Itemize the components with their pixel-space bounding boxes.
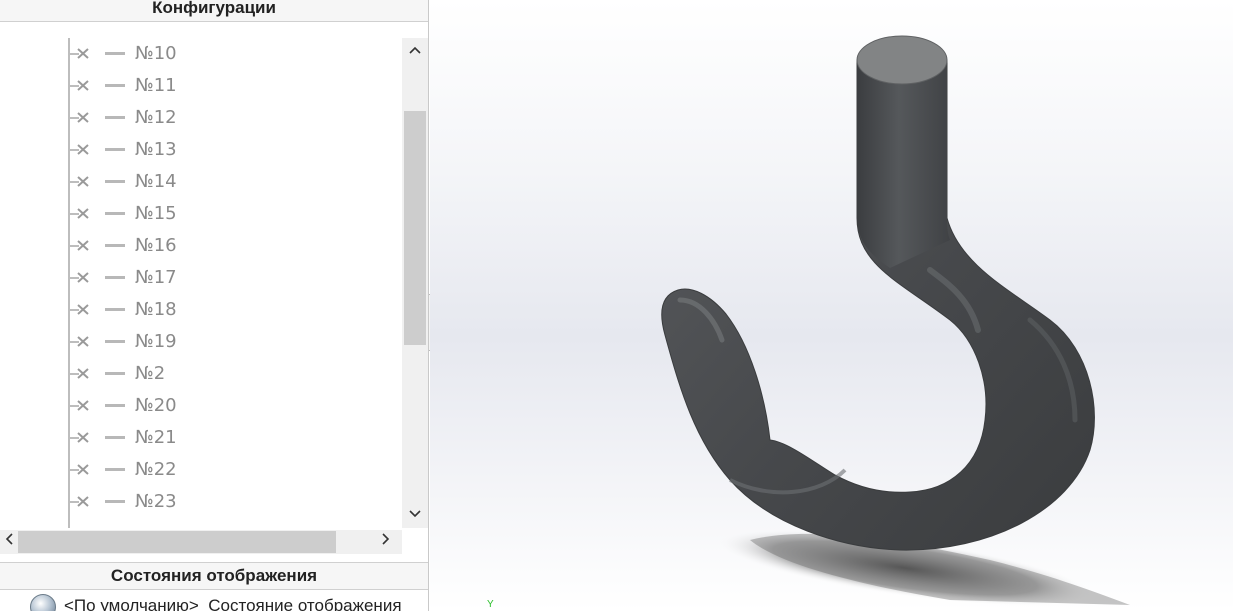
configuration-item[interactable]: №18 (0, 294, 400, 326)
hook-shank (857, 60, 950, 268)
configuration-item[interactable]: №14 (0, 166, 400, 198)
suppressed-config-icon (68, 390, 89, 422)
hook-shank-top-face (856, 35, 948, 85)
config-item-dash (105, 404, 125, 407)
configuration-item[interactable]: №13 (0, 134, 400, 166)
config-item-dash (105, 244, 125, 247)
configuration-tree[interactable]: №10 №11 №12 №13 №14 №15 №16 №17 №18 №19 №2 №20 №21 №2… (0, 38, 402, 528)
configuration-item[interactable]: №12 (0, 102, 400, 134)
config-item-label: №19 (135, 331, 177, 352)
config-item-dash (105, 436, 125, 439)
config-item-label: №14 (135, 171, 177, 192)
configuration-item[interactable]: №21 (0, 422, 400, 454)
config-item-dash (105, 116, 125, 119)
tree-branch-icon (68, 518, 70, 528)
config-item-label: №10 (135, 43, 177, 64)
scroll-down-button[interactable] (402, 502, 428, 528)
configuration-item[interactable]: №10 (0, 38, 400, 70)
chevron-left-icon (5, 533, 13, 545)
config-item-dash (105, 276, 125, 279)
suppressed-config-icon (68, 230, 89, 262)
config-item-label: №15 (135, 203, 177, 224)
config-item-label: №16 (135, 235, 177, 256)
config-item-dash (105, 148, 125, 151)
hook-model[interactable] (430, 0, 1233, 611)
chevron-down-icon (409, 510, 421, 518)
suppressed-config-icon (68, 358, 89, 390)
config-item-dash (105, 500, 125, 503)
config-item-label: №17 (135, 267, 177, 288)
config-item-dash (105, 52, 125, 55)
display-state-label: <По умолчанию>_Состояние отображения (64, 596, 402, 611)
config-item-label: №11 (135, 75, 177, 96)
config-item-label: №12 (135, 107, 177, 128)
scroll-right-button[interactable] (377, 530, 395, 554)
display-state-item[interactable]: <По умолчанию>_Состояние отображения (0, 592, 428, 611)
vertical-scroll-thumb[interactable] (404, 111, 426, 345)
configuration-item[interactable]: №2 (0, 358, 400, 390)
configuration-item[interactable]: №15 (0, 198, 400, 230)
vertical-scrollbar[interactable] (402, 38, 428, 528)
configuration-item[interactable]: №17 (0, 262, 400, 294)
chevron-up-icon (409, 46, 421, 54)
config-item-label: №20 (135, 395, 177, 416)
configuration-item-partial (0, 518, 400, 528)
display-states-header: Состояния отображения (0, 562, 428, 590)
suppressed-config-icon (68, 486, 89, 518)
graphics-viewport[interactable]: Y (430, 0, 1233, 611)
config-item-dash (105, 180, 125, 183)
config-item-dash (105, 308, 125, 311)
config-item-dash (105, 212, 125, 215)
display-state-icon (30, 594, 56, 611)
scroll-up-button[interactable] (402, 38, 428, 64)
suppressed-config-icon (68, 134, 89, 166)
suppressed-config-icon (68, 422, 89, 454)
config-item-label: №22 (135, 459, 177, 480)
configuration-item[interactable]: №11 (0, 70, 400, 102)
horizontal-scroll-thumb[interactable] (18, 531, 336, 553)
suppressed-config-icon (68, 102, 89, 134)
configuration-item[interactable]: №20 (0, 390, 400, 422)
configuration-item[interactable]: №16 (0, 230, 400, 262)
suppressed-config-icon (68, 454, 89, 486)
config-item-dash (105, 340, 125, 343)
suppressed-config-icon (68, 326, 89, 358)
scroll-left-button[interactable] (0, 530, 18, 554)
horizontal-scrollbar[interactable] (0, 530, 402, 554)
axis-label-y: Y (487, 599, 494, 610)
suppressed-config-icon (68, 38, 89, 70)
suppressed-config-icon (68, 70, 89, 102)
chevron-right-icon (382, 533, 390, 545)
config-item-label: №18 (135, 299, 177, 320)
config-item-label: №23 (135, 491, 177, 512)
configuration-manager-panel: Конфигурации №10 №11 №12 №13 №14 №15 №16 №17 №18… (0, 0, 429, 611)
config-item-dash (105, 84, 125, 87)
config-item-label: №21 (135, 427, 177, 448)
config-item-label: №13 (135, 139, 177, 160)
suppressed-config-icon (68, 294, 89, 326)
configurations-header: Конфигурации (0, 0, 428, 22)
config-item-label: №2 (135, 363, 166, 384)
suppressed-config-icon (68, 262, 89, 294)
suppressed-config-icon (68, 166, 89, 198)
configuration-item[interactable]: №19 (0, 326, 400, 358)
suppressed-config-icon (68, 198, 89, 230)
config-item-dash (105, 468, 125, 471)
configuration-item[interactable]: №22 (0, 454, 400, 486)
configuration-item[interactable]: №23 (0, 486, 400, 518)
config-item-dash (105, 372, 125, 375)
